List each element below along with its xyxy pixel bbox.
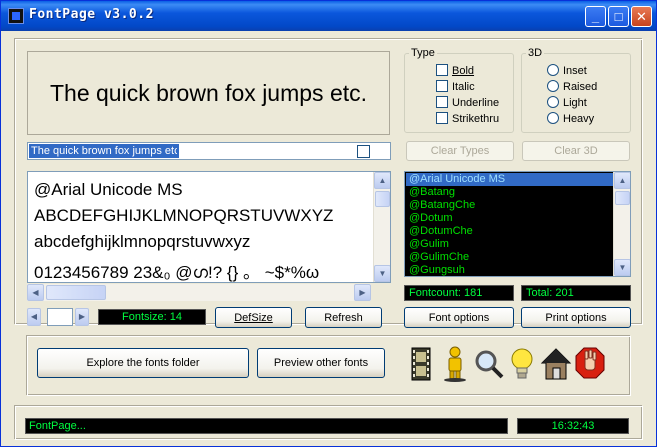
- refresh-button[interactable]: Refresh: [305, 307, 382, 328]
- print-options-button[interactable]: Print options: [521, 307, 631, 328]
- fontsize-display: Fontsize: 14: [98, 309, 206, 325]
- sample-line: 0123456789 23&₀ @ഗ!? {} 。 ~$*%ω: [34, 263, 320, 282]
- font-sample-area[interactable]: @Arial Unicode MS ABCDEFGHIJKLMNOPQRSTUV…: [27, 171, 391, 283]
- font-list-item[interactable]: @Arial Unicode MS: [406, 173, 613, 186]
- magnifier-icon[interactable]: [473, 346, 505, 382]
- lightbulb-icon[interactable]: [506, 346, 538, 382]
- explore-fonts-folder-button[interactable]: Explore the fonts folder: [37, 348, 249, 378]
- scroll-thumb[interactable]: [375, 191, 390, 207]
- film-icon[interactable]: [405, 346, 437, 382]
- sample-line: abcdefghijklmnopqrstuvwxyz: [34, 232, 251, 251]
- clear-types-button[interactable]: Clear Types: [406, 141, 514, 161]
- scroll-left-icon[interactable]: ◀: [27, 284, 44, 301]
- sample-vertical-scrollbar[interactable]: ▲ ▼: [373, 172, 390, 282]
- font-list-item[interactable]: @Batang: [406, 186, 613, 199]
- total-display: Total: 201: [521, 285, 631, 301]
- scroll-up-icon[interactable]: ▲: [614, 172, 630, 189]
- sample-text-input[interactable]: [29, 144, 179, 158]
- font-list-item[interactable]: @GulimChe: [406, 251, 613, 264]
- defsize-button[interactable]: DefSize: [215, 307, 292, 328]
- person-icon[interactable]: [439, 346, 471, 382]
- font-list-item[interactable]: @Gulim: [406, 238, 613, 251]
- font-preview: The quick brown fox jumps etc.: [27, 51, 390, 135]
- font-list-item[interactable]: @Dotum: [406, 212, 613, 225]
- house-icon[interactable]: [540, 346, 572, 382]
- sample-line: @Arial Unicode MS: [34, 180, 183, 199]
- clear-3d-button[interactable]: Clear 3D: [522, 141, 630, 161]
- size-increase-icon[interactable]: ▶: [75, 308, 89, 326]
- scroll-down-icon[interactable]: ▼: [374, 265, 390, 282]
- maximize-button[interactable]: □: [608, 6, 629, 27]
- 3d-legend: 3D: [528, 47, 543, 59]
- italic-checkbox[interactable]: Italic: [436, 80, 475, 93]
- window-title: FontPage v3.0.2: [29, 7, 154, 22]
- minimize-button[interactable]: _: [585, 6, 606, 27]
- light-radio[interactable]: Light: [547, 96, 587, 109]
- fontcount-display: Fontcount: 181: [404, 285, 514, 301]
- close-button[interactable]: ✕: [631, 6, 652, 27]
- scroll-up-icon[interactable]: ▲: [374, 172, 390, 189]
- strikethru-checkbox[interactable]: Strikethru: [436, 112, 499, 125]
- title-bar[interactable]: FontPage v3.0.2 _ □ ✕: [1, 1, 656, 31]
- sample-text-checkbox[interactable]: [357, 145, 370, 158]
- scroll-down-icon[interactable]: ▼: [614, 259, 630, 276]
- status-bar: FontPage...: [25, 418, 508, 434]
- app-icon[interactable]: [8, 8, 24, 24]
- font-list[interactable]: @Arial Unicode MS @Batang @BatangChe @Do…: [404, 171, 631, 277]
- type-legend: Type: [411, 47, 435, 59]
- sample-line: ABCDEFGHIJKLMNOPQRSTUVWXYZ: [34, 206, 334, 225]
- font-options-button[interactable]: Font options: [404, 307, 514, 328]
- stop-hand-icon[interactable]: [574, 346, 606, 382]
- font-list-scrollbar[interactable]: ▲ ▼: [613, 172, 630, 276]
- raised-radio[interactable]: Raised: [547, 80, 597, 93]
- underline-checkbox[interactable]: Underline: [436, 96, 499, 109]
- scroll-right-icon[interactable]: ▶: [354, 284, 371, 301]
- font-list-item[interactable]: @Gungsuh: [406, 264, 613, 276]
- preview-other-fonts-button[interactable]: Preview other fonts: [257, 348, 385, 378]
- font-list-item[interactable]: @DotumChe: [406, 225, 613, 238]
- sample-text-field[interactable]: [27, 142, 391, 160]
- scroll-thumb[interactable]: [615, 191, 630, 205]
- sample-horizontal-scrollbar[interactable]: ◀ ▶: [27, 284, 371, 301]
- heavy-radio[interactable]: Heavy: [547, 112, 594, 125]
- clock-display: 16:32:43: [517, 418, 629, 434]
- size-track[interactable]: [47, 308, 73, 326]
- app-window: FontPage v3.0.2 _ □ ✕ The quick brown fo…: [0, 0, 657, 447]
- size-decrease-icon[interactable]: ◀: [27, 308, 41, 326]
- inset-radio[interactable]: Inset: [547, 64, 587, 77]
- hscroll-thumb[interactable]: [46, 285, 106, 300]
- bold-checkbox[interactable]: Bold: [436, 64, 474, 77]
- preview-text: The quick brown fox jumps etc.: [49, 79, 368, 106]
- font-list-item[interactable]: @BatangChe: [406, 199, 613, 212]
